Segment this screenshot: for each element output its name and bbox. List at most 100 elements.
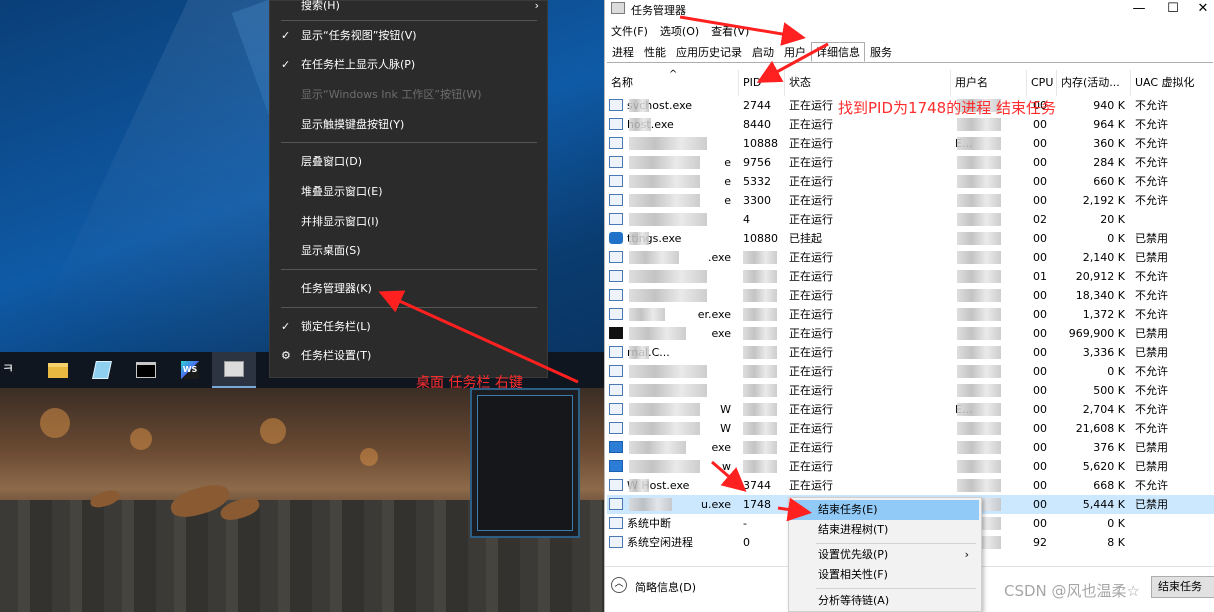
cell-uac: 不允许 — [1135, 270, 1168, 283]
menu-item-task-manager[interactable]: 任务管理器(K) — [270, 278, 547, 300]
bokeh — [260, 418, 286, 444]
menu-file[interactable]: 文件(F) — [605, 20, 654, 40]
cell-uac: 已禁用 — [1135, 441, 1168, 454]
column-header-username[interactable]: 用户名 — [951, 70, 1027, 96]
menu-item-label: 搜索(H) — [301, 0, 340, 12]
cell-uac: 不允许 — [1135, 308, 1168, 321]
cell-status: 正在运行 — [789, 137, 833, 150]
process-icon — [609, 289, 623, 301]
cell-pid: - — [743, 517, 747, 530]
menu-item-set-priority[interactable]: 设置优先级(P) › — [791, 545, 979, 565]
process-icon — [609, 441, 623, 453]
taskbar-app-file-explorer[interactable] — [36, 352, 80, 388]
process-icon — [609, 384, 623, 396]
tab-app-history[interactable]: 应用历史记录 — [671, 42, 747, 62]
table-row[interactable]: exe 正在运行 00 376 K 已禁用 — [607, 438, 1214, 457]
menu-item-show-task-view[interactable]: ✓ 显示“任务视图”按钮(V) — [270, 25, 547, 47]
table-row[interactable]: 正在运行 00 500 K 不允许 — [607, 381, 1214, 400]
column-header-name[interactable]: 名称 ^ — [607, 69, 739, 96]
cell-mem: 1,372 K — [1082, 308, 1125, 321]
table-row[interactable]: 10888正在运行E...00360 K不允许 — [607, 134, 1214, 153]
cell-pid: 2744 — [743, 99, 771, 112]
tab-users[interactable]: 用户 — [779, 42, 811, 62]
menu-item-show-people[interactable]: ✓ 在任务栏上显示人脉(P) — [270, 54, 547, 76]
table-row[interactable]: e 9756 正在运行 00 284 K 不允许 — [607, 153, 1214, 172]
cell-status: 已挂起 — [789, 232, 822, 245]
table-row[interactable]: .exe 正在运行 00 2,140 K 已禁用 — [607, 248, 1214, 267]
close-button[interactable]: ✕ — [1185, 0, 1214, 19]
taskbar-app-task-manager[interactable] — [212, 352, 256, 388]
cell-mem: 969,900 K — [1068, 327, 1125, 340]
suitcase — [470, 388, 580, 538]
cell-cpu: 00 — [1033, 156, 1047, 169]
table-row[interactable]: e 5332 正在运行 00 660 K 不允许 — [607, 172, 1214, 191]
table-row[interactable]: 正在运行 01 20,912 K 不允许 — [607, 267, 1214, 286]
menu-item-cascade[interactable]: 层叠窗口(D) — [270, 151, 547, 173]
taskbar-app-webstorm[interactable]: WS — [168, 352, 212, 388]
end-task-button[interactable]: 结束任务 — [1151, 576, 1214, 598]
column-header-memory[interactable]: 内存(活动... — [1057, 70, 1131, 96]
cell-mem: 964 K — [1093, 118, 1125, 131]
taskbar-edge-icon[interactable]: ㅋ — [0, 352, 14, 388]
menu-item-end-task[interactable]: 结束任务(E) — [791, 500, 979, 520]
table-row[interactable]: 正在运行 00 18,340 K 不允许 — [607, 286, 1214, 305]
menu-view[interactable]: 查看(V) — [705, 20, 755, 40]
table-row[interactable]: e 3300 正在运行 00 2,192 K 不允许 — [607, 191, 1214, 210]
table-row[interactable]: 正在运行 00 0 K 不允许 — [607, 362, 1214, 381]
cell-cpu: 00 — [1033, 441, 1047, 454]
cell-cpu: 01 — [1033, 270, 1047, 283]
column-header-status[interactable]: 状态 — [785, 70, 951, 96]
redaction-blur — [957, 422, 1001, 435]
bokeh — [40, 408, 70, 438]
chevron-up-icon[interactable]: ︿ — [611, 577, 627, 593]
menu-item-lock-taskbar[interactable]: ✓ 锁定任务栏(L) — [270, 316, 547, 338]
bokeh — [130, 428, 152, 450]
process-icon — [609, 365, 623, 377]
menu-item-analyze-wait-chain[interactable]: 分析等待链(A) — [791, 591, 979, 611]
process-icon — [609, 251, 623, 263]
tab-startup[interactable]: 启动 — [747, 42, 779, 62]
tab-details[interactable]: 详细信息 — [811, 42, 865, 62]
fewer-details-link[interactable]: 简略信息(D) — [635, 579, 696, 595]
menu-item-side-by-side[interactable]: 并排显示窗口(I) — [270, 211, 547, 233]
column-header-cpu[interactable]: CPU — [1027, 70, 1057, 96]
redaction-blur — [629, 346, 649, 359]
cell-mem: 5,620 K — [1082, 460, 1125, 473]
redaction-blur — [957, 289, 1001, 302]
cell-mem: 660 K — [1093, 175, 1125, 188]
tab-processes[interactable]: 进程 — [607, 42, 639, 62]
menu-item-show-desktop[interactable]: 显示桌面(S) — [270, 240, 547, 262]
tab-performance[interactable]: 性能 — [639, 42, 671, 62]
menu-options[interactable]: 选项(O) — [654, 20, 705, 40]
cell-uac: 不允许 — [1135, 99, 1168, 112]
table-row[interactable]: exe 正在运行 00 969,900 K 已禁用 — [607, 324, 1214, 343]
cell-pid: 10888 — [743, 137, 778, 150]
cell-cpu: 00 — [1033, 251, 1047, 264]
table-row[interactable]: ttings.exe 10880 已挂起 00 0 K 已禁用 — [607, 229, 1214, 248]
redaction-blur — [629, 251, 679, 264]
menu-item-stack[interactable]: 堆叠显示窗口(E) — [270, 181, 547, 203]
redaction-blur — [957, 232, 1001, 245]
table-row[interactable]: W 正在运行 00 21,608 K 不允许 — [607, 419, 1214, 438]
menu-item-taskbar-settings[interactable]: ⚙ 任务栏设置(T) — [270, 345, 547, 367]
table-row[interactable]: W Host.exe 3744 正在运行 00 668 K 不允许 — [607, 476, 1214, 495]
table-row[interactable]: 4 正在运行 02 20 K — [607, 210, 1214, 229]
cell-pid: 8440 — [743, 118, 771, 131]
minimize-button[interactable]: — — [1121, 0, 1157, 19]
column-header-pid[interactable]: PID — [739, 70, 785, 96]
taskbar-app-notepad[interactable] — [80, 352, 124, 388]
menu-item-end-process-tree[interactable]: 结束进程树(T) — [791, 520, 979, 540]
menu-item-search[interactable]: 搜索(H) › — [270, 0, 547, 17]
menu-item-touch-keyboard[interactable]: 显示触摸键盘按钮(Y) — [270, 114, 547, 136]
column-header-uac[interactable]: UAC 虚拟化 — [1131, 70, 1214, 96]
process-icon — [609, 479, 623, 491]
menu-item-set-affinity[interactable]: 设置相关性(F) — [791, 565, 979, 585]
table-row[interactable]: W正在运行E...002,704 K不允许 — [607, 400, 1214, 419]
table-row[interactable]: w 正在运行 00 5,620 K 已禁用 — [607, 457, 1214, 476]
menu-item-label: 层叠窗口(D) — [301, 155, 363, 168]
table-row[interactable]: rnal.C...正在运行003,336 K已禁用 — [607, 343, 1214, 362]
tab-services[interactable]: 服务 — [865, 42, 897, 62]
table-row[interactable]: er.exe 正在运行 00 1,372 K 不允许 — [607, 305, 1214, 324]
menu-item-label: 锁定任务栏(L) — [301, 320, 371, 333]
taskbar-app-cmd[interactable] — [124, 352, 168, 388]
